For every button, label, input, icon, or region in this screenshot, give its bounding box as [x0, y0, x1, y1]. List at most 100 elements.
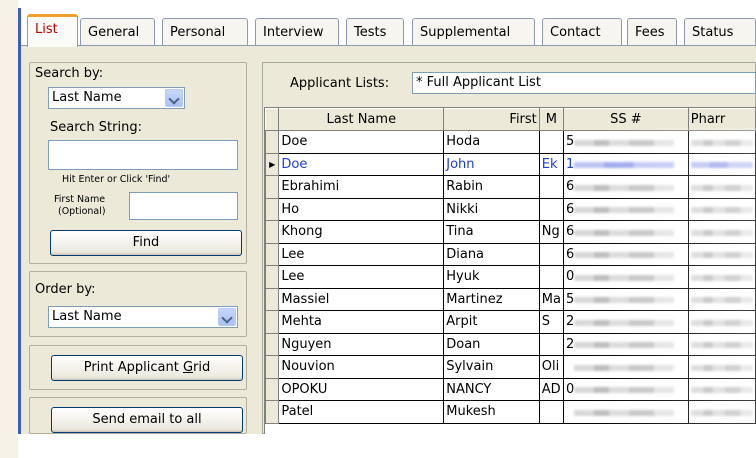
cell-pharmacy[interactable]	[687, 265, 756, 289]
cell-middle[interactable]	[538, 265, 564, 289]
tab-personal[interactable]: Personal	[162, 18, 248, 46]
cell-pharmacy[interactable]	[687, 287, 756, 311]
cell-pharmacy[interactable]	[687, 152, 756, 176]
cell-ss[interactable]: 1	[562, 152, 689, 176]
cell-last-name[interactable]: Massiel	[278, 287, 445, 311]
column-header-middle[interactable]: M	[538, 108, 564, 131]
row-selector[interactable]	[265, 265, 280, 289]
cell-ss[interactable]: 6	[562, 220, 689, 244]
cell-ss[interactable]: 5	[562, 287, 689, 311]
tab-contact[interactable]: Contact	[542, 18, 622, 46]
table-row[interactable]: Mehta Arpit S 2	[265, 310, 756, 334]
cell-ss[interactable]: 5	[562, 130, 689, 154]
cell-last-name[interactable]: Lee	[278, 242, 445, 266]
table-row[interactable]: ▶ Doe John Ek 1	[265, 152, 756, 176]
cell-first-name[interactable]: Mukesh	[443, 400, 540, 424]
cell-first-name[interactable]: Rabin	[443, 175, 540, 199]
cell-middle[interactable]	[538, 400, 564, 424]
table-row[interactable]: Lee Hyuk 0	[265, 265, 756, 289]
table-row[interactable]: Ho Nikki 6	[265, 197, 756, 221]
cell-ss[interactable]: 6	[562, 197, 689, 221]
cell-ss[interactable]: 0	[562, 265, 689, 289]
table-row[interactable]: Nouvion Sylvain Oli	[265, 355, 756, 379]
cell-pharmacy[interactable]	[687, 197, 756, 221]
cell-last-name[interactable]: Doe	[278, 152, 445, 176]
row-selector[interactable]	[265, 175, 280, 199]
row-selector[interactable]	[265, 287, 280, 311]
cell-middle[interactable]	[538, 175, 564, 199]
search-string-input[interactable]	[48, 140, 238, 170]
row-selector[interactable]	[265, 377, 280, 401]
cell-first-name[interactable]: NANCY	[443, 377, 540, 401]
cell-pharmacy[interactable]	[687, 220, 756, 244]
tab-status[interactable]: Status	[684, 18, 756, 46]
cell-middle[interactable]: AD	[538, 377, 564, 401]
cell-last-name[interactable]: Khong	[278, 220, 445, 244]
cell-first-name[interactable]: Arpit	[443, 310, 540, 334]
cell-first-name[interactable]: Tina	[443, 220, 540, 244]
cell-middle[interactable]	[538, 242, 564, 266]
cell-middle[interactable]: Ma	[538, 287, 564, 311]
cell-pharmacy[interactable]	[687, 130, 756, 154]
row-selector[interactable]	[265, 220, 280, 244]
cell-first-name[interactable]: Nikki	[443, 197, 540, 221]
cell-ss[interactable]: 2	[562, 332, 689, 356]
cell-first-name[interactable]: Doan	[443, 332, 540, 356]
chevron-down-icon[interactable]	[218, 308, 236, 326]
cell-middle[interactable]: Ng	[538, 220, 564, 244]
tab-interview[interactable]: Interview	[255, 18, 339, 46]
cell-middle[interactable]: Ek	[538, 152, 564, 176]
cell-ss[interactable]	[562, 355, 689, 379]
cell-last-name[interactable]: Lee	[278, 265, 445, 289]
table-row[interactable]: Khong Tina Ng 6	[265, 220, 756, 244]
cell-middle[interactable]: S	[538, 310, 564, 334]
cell-pharmacy[interactable]	[687, 175, 756, 199]
row-selector[interactable]	[265, 197, 280, 221]
cell-middle[interactable]: Oli	[538, 355, 564, 379]
column-header-first[interactable]: First	[443, 108, 540, 131]
send-email-button[interactable]: Send email to all	[51, 407, 243, 433]
cell-ss[interactable]: 6	[562, 242, 689, 266]
tab-general[interactable]: General	[80, 18, 155, 46]
column-header-ss[interactable]: SS #	[562, 108, 689, 131]
applicant-lists-select[interactable]: * Full Applicant List	[412, 72, 756, 94]
table-row[interactable]: Patel Mukesh	[265, 400, 756, 424]
cell-pharmacy[interactable]	[687, 242, 756, 266]
cell-last-name[interactable]: OPOKU	[278, 377, 445, 401]
table-row[interactable]: Lee Diana 6	[265, 242, 756, 266]
table-row[interactable]: OPOKU NANCY AD 0	[265, 377, 756, 401]
tab-supplemental[interactable]: Supplemental	[412, 18, 535, 46]
find-button[interactable]: Find	[50, 230, 242, 256]
cell-first-name[interactable]: Sylvain	[443, 355, 540, 379]
table-row[interactable]: Ebrahimi Rabin 6	[265, 175, 756, 199]
cell-last-name[interactable]: Mehta	[278, 310, 445, 334]
tab-list[interactable]: List	[27, 14, 78, 47]
row-selector[interactable]	[265, 130, 280, 154]
cell-first-name[interactable]: Martinez	[443, 287, 540, 311]
cell-pharmacy[interactable]	[687, 355, 756, 379]
print-applicant-grid-button[interactable]: Print Applicant Grid	[51, 355, 243, 381]
table-row[interactable]: Massiel Martinez Ma 5	[265, 287, 756, 311]
row-selector[interactable]	[265, 242, 280, 266]
table-row[interactable]: Nguyen Doan 2	[265, 332, 756, 356]
cell-first-name[interactable]: John	[443, 152, 540, 176]
cell-middle[interactable]	[538, 332, 564, 356]
cell-last-name[interactable]: Ho	[278, 197, 445, 221]
cell-pharmacy[interactable]	[687, 332, 756, 356]
row-selector[interactable]	[265, 310, 280, 334]
tab-tests[interactable]: Tests	[346, 18, 404, 46]
cell-middle[interactable]	[538, 197, 564, 221]
cell-last-name[interactable]: Doe	[278, 130, 445, 154]
tab-fees[interactable]: Fees	[627, 18, 677, 46]
cell-pharmacy[interactable]	[687, 400, 756, 424]
cell-last-name[interactable]: Patel	[278, 400, 445, 424]
cell-pharmacy[interactable]	[687, 310, 756, 334]
cell-last-name[interactable]: Nguyen	[278, 332, 445, 356]
cell-last-name[interactable]: Ebrahimi	[278, 175, 445, 199]
column-header-last-name[interactable]: Last Name	[278, 108, 445, 131]
cell-last-name[interactable]: Nouvion	[278, 355, 445, 379]
chevron-down-icon[interactable]	[165, 89, 183, 107]
cell-ss[interactable]: 6	[562, 175, 689, 199]
row-selector[interactable]	[265, 400, 280, 424]
cell-ss[interactable]: 2	[562, 310, 689, 334]
